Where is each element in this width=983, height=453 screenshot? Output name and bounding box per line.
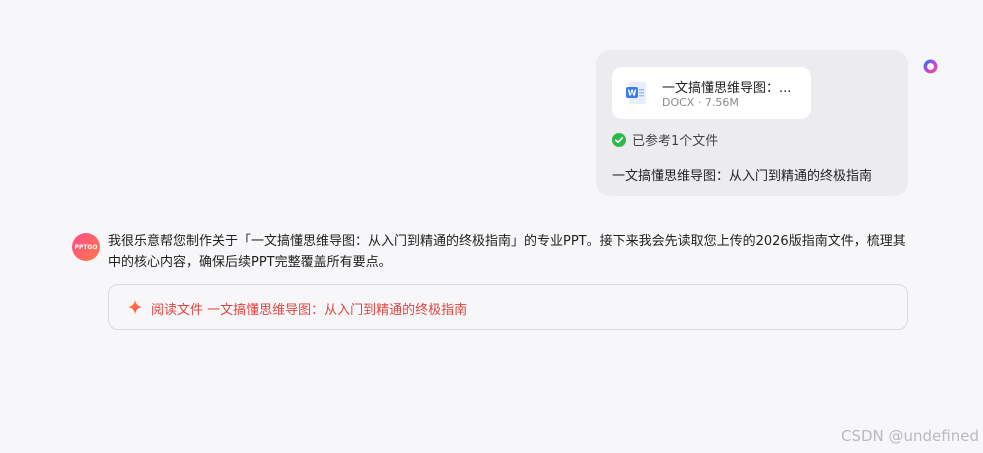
assistant-message-text: 我很乐意帮您制作关于「一文搞懂思维导图：从入门到精通的终极指南」的专业PPT。接… bbox=[108, 234, 906, 270]
attachment-file-meta: DOCX · 7.56M bbox=[662, 96, 739, 109]
read-file-label: 阅读文件 一文搞懂思维导图：从入门到精通的终极指南 bbox=[151, 303, 468, 318]
user-message-bubble: W 一文搞懂思维导图：... DOCX · 7.56M 已参考1个文件 一文搞懂… bbox=[596, 50, 908, 196]
check-circle-icon bbox=[612, 132, 626, 147]
user-avatar-logo-icon bbox=[922, 53, 938, 74]
attachment-card[interactable]: W 一文搞懂思维导图：... DOCX · 7.56M bbox=[612, 67, 811, 119]
sparkle-icon bbox=[127, 299, 143, 315]
word-document-icon: W bbox=[626, 82, 646, 104]
read-file-action-card[interactable]: 阅读文件 一文搞懂思维导图：从入门到精通的终极指南 bbox=[108, 284, 908, 330]
assistant-avatar: PPTGO bbox=[72, 233, 100, 261]
svg-text:W: W bbox=[628, 89, 637, 98]
reference-status-text: 已参考1个文件 bbox=[632, 134, 719, 149]
user-message-text: 一文搞懂思维导图：从入门到精通的终极指南 bbox=[612, 169, 873, 184]
reference-status: 已参考1个文件 bbox=[612, 130, 718, 149]
watermark: CSDN @undefined bbox=[840, 427, 979, 445]
attachment-file-name: 一文搞懂思维导图：... bbox=[662, 81, 792, 96]
